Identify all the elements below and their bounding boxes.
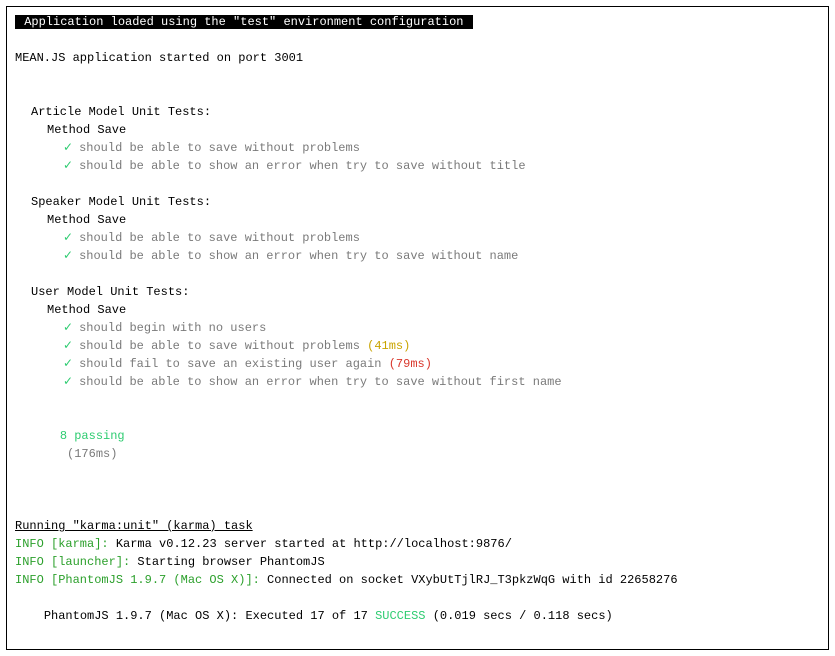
startup-line: MEAN.JS application started on port 3001 xyxy=(15,49,820,67)
karma-info-text: Starting browser PhantomJS xyxy=(137,555,324,569)
passing-duration-val: (176ms) xyxy=(67,447,117,461)
karma-info-text: Karma v0.12.23 server started at http://… xyxy=(116,537,512,551)
karma-info-prefix: INFO [karma]: xyxy=(15,537,116,551)
karma-task-line: Running "karma:unit" (karma) task xyxy=(15,517,820,535)
passing-duration xyxy=(60,447,67,461)
summary-line: 8 passing (176ms) xyxy=(15,409,820,481)
check-icon: ✓ xyxy=(63,339,73,353)
suite-method: Method Save xyxy=(15,211,820,229)
blank xyxy=(15,481,820,499)
check-icon: ✓ xyxy=(63,357,73,371)
karma-result-suffix: (0.019 secs / 0.118 secs) xyxy=(426,609,613,623)
karma-info-prefix: INFO [PhantomJS 1.9.7 (Mac OS X)]: xyxy=(15,573,267,587)
blank xyxy=(15,85,820,103)
blank xyxy=(15,67,820,85)
passing-count: 8 passing xyxy=(60,429,125,443)
test-text: should be able to show an error when try… xyxy=(79,249,518,263)
blank xyxy=(15,31,820,49)
test-result: ✓ should be able to save without problems xyxy=(15,229,820,247)
test-result: ✓ should be able to show an error when tr… xyxy=(15,373,820,391)
test-text: should be able to show an error when try… xyxy=(79,375,561,389)
suite-title: Speaker Model Unit Tests: xyxy=(15,193,820,211)
test-result: ✓ should be able to show an error when tr… xyxy=(15,157,820,175)
test-result: ✓ should be able to save without problems xyxy=(15,139,820,157)
karma-info-line: INFO [PhantomJS 1.9.7 (Mac OS X)]: Conne… xyxy=(15,571,820,589)
check-icon: ✓ xyxy=(63,249,73,263)
blank xyxy=(15,499,820,517)
suite-method: Method Save xyxy=(15,121,820,139)
check-icon: ✓ xyxy=(63,159,73,173)
check-icon: ✓ xyxy=(63,321,73,335)
karma-result-prefix: PhantomJS 1.9.7 (Mac OS X): Executed 17 … xyxy=(44,609,375,623)
test-result: ✓ should be able to show an error when tr… xyxy=(15,247,820,265)
karma-info-text: Connected on socket VXybUtTjlRJ_T3pkzWqG… xyxy=(267,573,677,587)
check-icon: ✓ xyxy=(63,141,73,155)
test-text: should begin with no users xyxy=(79,321,266,335)
test-text: should be able to save without problems xyxy=(79,231,360,245)
karma-info-line: INFO [karma]: Karma v0.12.23 server star… xyxy=(15,535,820,553)
suite-method: Method Save xyxy=(15,301,820,319)
blank xyxy=(15,265,820,283)
karma-info-line: INFO [launcher]: Starting browser Phanto… xyxy=(15,553,820,571)
karma-result-line: PhantomJS 1.9.7 (Mac OS X): Executed 17 … xyxy=(15,589,820,643)
karma-result-status: SUCCESS xyxy=(375,609,425,623)
test-suites: Article Model Unit Tests:Method Save✓sho… xyxy=(15,103,820,391)
check-icon: ✓ xyxy=(63,231,73,245)
test-timing: (41ms) xyxy=(360,339,410,353)
karma-info-prefix: INFO [launcher]: xyxy=(15,555,137,569)
suite-title: User Model Unit Tests: xyxy=(15,283,820,301)
test-text: should be able to show an error when try… xyxy=(79,159,525,173)
blank xyxy=(15,175,820,193)
test-timing: (79ms) xyxy=(382,357,432,371)
test-text: should be able to save without problems xyxy=(79,339,360,353)
karma-info-lines: INFO [karma]: Karma v0.12.23 server star… xyxy=(15,535,820,589)
test-result: ✓ should be able to save without problems… xyxy=(15,337,820,355)
test-text: should be able to save without problems xyxy=(79,141,360,155)
terminal-output: Application loaded using the "test" envi… xyxy=(6,6,829,650)
env-config-highlight: Application loaded using the "test" envi… xyxy=(15,15,473,29)
blank xyxy=(15,391,820,409)
test-text: should fail to save an existing user aga… xyxy=(79,357,381,371)
test-result: ✓ should begin with no users xyxy=(15,319,820,337)
test-result: ✓ should fail to save an existing user ag… xyxy=(15,355,820,373)
suite-title: Article Model Unit Tests: xyxy=(15,103,820,121)
env-config-line: Application loaded using the "test" envi… xyxy=(15,13,820,31)
check-icon: ✓ xyxy=(63,375,73,389)
